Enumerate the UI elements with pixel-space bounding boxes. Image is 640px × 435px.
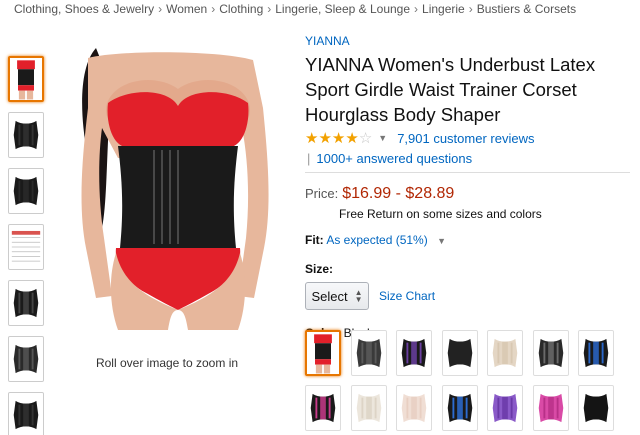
breadcrumb-separator: › bbox=[211, 2, 216, 16]
color-swatch-beige[interactable] bbox=[487, 330, 523, 376]
breadcrumb-separator: › bbox=[158, 2, 163, 16]
size-label: Size: bbox=[305, 262, 334, 276]
color-swatch-light-nude[interactable] bbox=[396, 385, 432, 431]
model-corset-image bbox=[58, 48, 278, 330]
questions-row: | 1000+ answered questions bbox=[305, 151, 635, 166]
star-icon: ☆ bbox=[358, 130, 373, 147]
fit-label: Fit: bbox=[305, 233, 324, 247]
thumbnail-corset-black-open[interactable] bbox=[8, 280, 44, 326]
chevron-down-icon[interactable]: ▼ bbox=[437, 236, 446, 246]
rating-row: ★★★★☆ ▼ 7,901 customer reviews bbox=[305, 129, 635, 147]
product-title: YIANNA Women's Underbust Latex Sport Gir… bbox=[305, 54, 596, 125]
star-icon: ★ bbox=[331, 130, 346, 147]
thumbnail-size-chart[interactable] bbox=[8, 224, 44, 270]
reviews-link[interactable]: 7,901 customer reviews bbox=[397, 131, 534, 146]
answered-questions-link[interactable]: 1000+ answered questions bbox=[316, 151, 472, 166]
breadcrumb-link[interactable]: Bustiers & Corsets bbox=[477, 2, 576, 16]
breadcrumb-link[interactable]: Clothing bbox=[219, 2, 263, 16]
breadcrumb-separator: › bbox=[267, 2, 272, 16]
thumbnail-corset-black-front[interactable] bbox=[8, 112, 44, 158]
thumbnail-corset-folded[interactable] bbox=[8, 392, 44, 435]
color-swatch-black-blue[interactable] bbox=[578, 330, 614, 376]
color-swatch-black[interactable] bbox=[305, 330, 341, 376]
color-swatch-black-2[interactable] bbox=[578, 385, 614, 431]
size-chart-link[interactable]: Size Chart bbox=[379, 289, 435, 303]
divider bbox=[305, 172, 630, 173]
product-details: YIANNA YIANNA Women's Underbust Latex Sp… bbox=[305, 34, 635, 340]
thumbnail-corset-black-side[interactable] bbox=[8, 168, 44, 214]
breadcrumb-separator: › bbox=[414, 2, 419, 16]
thumbnail-strip bbox=[8, 56, 46, 435]
star-icon: ★ bbox=[305, 130, 319, 147]
thumbnail-model-black-red[interactable] bbox=[8, 56, 44, 102]
breadcrumb: Clothing, Shoes & Jewelry › Women › Clothing… bbox=[14, 2, 576, 16]
breadcrumb-separator: › bbox=[468, 2, 473, 16]
main-product-image[interactable] bbox=[58, 48, 278, 330]
brand-link[interactable]: YIANNA bbox=[305, 34, 635, 48]
color-swatch-black-short[interactable] bbox=[441, 330, 478, 376]
size-row: Select ▲ ▼ Size Chart bbox=[305, 282, 635, 310]
color-swatch-pink[interactable] bbox=[532, 385, 569, 431]
color-swatch-black-grey[interactable] bbox=[350, 330, 387, 376]
zoom-hint: Roll over image to zoom in bbox=[95, 356, 239, 370]
star-icon: ★ bbox=[345, 130, 359, 147]
color-swatch-nude[interactable] bbox=[350, 385, 387, 431]
fit-value-link[interactable]: As expected (51%) bbox=[326, 233, 427, 247]
color-swatch-black-purple[interactable] bbox=[396, 330, 432, 376]
thumbnail-corset-detail[interactable] bbox=[8, 336, 44, 382]
fit-row: Fit: As expected (51%) ▼ bbox=[305, 233, 635, 247]
star-rating[interactable]: ★★★★☆ bbox=[305, 129, 372, 147]
breadcrumb-link[interactable]: Lingerie, Sleep & Lounge bbox=[275, 2, 410, 16]
breadcrumb-link[interactable]: Clothing, Shoes & Jewelry bbox=[14, 2, 154, 16]
color-swatch-blue[interactable] bbox=[441, 385, 478, 431]
color-swatch-purple[interactable] bbox=[487, 385, 523, 431]
price-label: Price: bbox=[305, 186, 339, 201]
updown-arrows-icon: ▲ ▼ bbox=[354, 288, 363, 304]
color-swatch-black-grey-2[interactable] bbox=[532, 330, 569, 376]
separator: | bbox=[307, 151, 311, 166]
price-row: Price: $16.99 - $28.89 bbox=[305, 185, 635, 203]
free-return-note: Free Return on some sizes and colors bbox=[339, 207, 542, 221]
size-select-label: Select bbox=[311, 288, 348, 304]
price-value: $16.99 - $28.89 bbox=[342, 185, 455, 202]
breadcrumb-link[interactable]: Women bbox=[166, 2, 207, 16]
breadcrumb-link[interactable]: Lingerie bbox=[422, 2, 465, 16]
chevron-down-icon[interactable]: ▼ bbox=[378, 133, 387, 143]
star-icon: ★ bbox=[318, 130, 332, 147]
size-select-dropdown[interactable]: Select ▲ ▼ bbox=[305, 282, 369, 310]
color-swatch-black-rose[interactable] bbox=[305, 385, 341, 431]
